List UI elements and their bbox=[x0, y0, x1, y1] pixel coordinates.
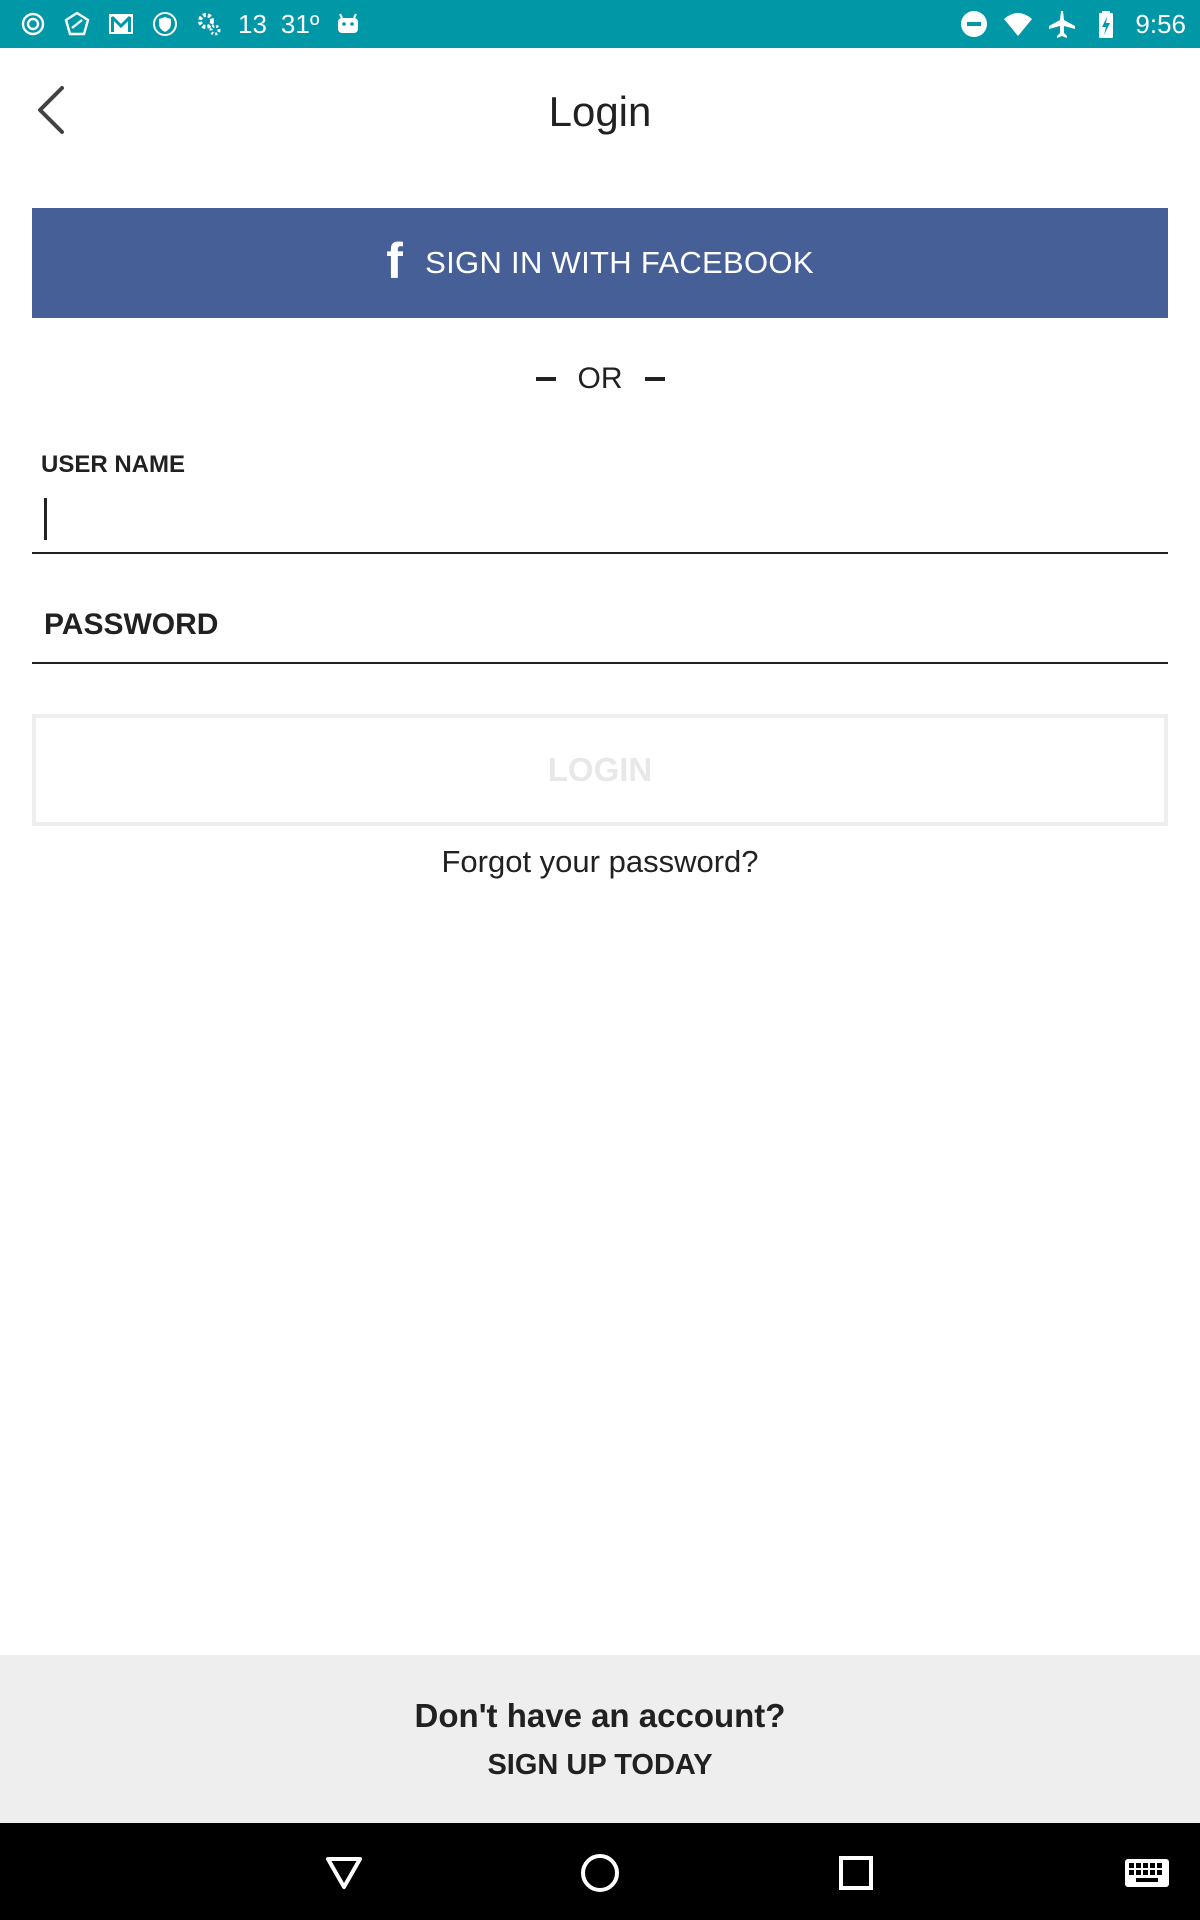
app-icon-2 bbox=[62, 9, 92, 39]
recents-square-icon bbox=[839, 1856, 873, 1890]
or-label: OR bbox=[577, 362, 623, 395]
facebook-icon: f bbox=[386, 233, 404, 289]
back-triangle-icon bbox=[326, 1857, 362, 1889]
gmail-icon bbox=[106, 9, 136, 39]
password-placeholder: PASSWORD bbox=[44, 608, 219, 641]
nav-recents-button[interactable] bbox=[832, 1849, 880, 1897]
signup-link[interactable]: SIGN UP TODAY bbox=[0, 1749, 1200, 1782]
or-divider: OR bbox=[0, 356, 1200, 402]
username-field[interactable]: USER NAME bbox=[32, 448, 1168, 554]
facebook-signin-button[interactable]: f SIGN IN WITH FACEBOOK bbox=[32, 208, 1168, 318]
status-bar: 13 31º 9:56 bbox=[0, 0, 1200, 48]
android-icon bbox=[333, 9, 363, 39]
nav-keyboard-button[interactable] bbox=[1124, 1853, 1170, 1893]
settings-gear-icon bbox=[194, 9, 224, 39]
divider-dash-right bbox=[644, 377, 665, 381]
airplane-mode-icon bbox=[1047, 9, 1077, 39]
home-circle-icon bbox=[581, 1854, 619, 1892]
app-header: Login bbox=[0, 48, 1200, 178]
status-bar-right: 9:56 bbox=[959, 0, 1186, 48]
login-button[interactable]: LOGIN bbox=[32, 714, 1168, 826]
no-account-text: Don't have an account? bbox=[414, 1697, 786, 1734]
keyboard-icon bbox=[1125, 1859, 1169, 1887]
notification-count: 13 bbox=[238, 9, 267, 39]
username-label: USER NAME bbox=[41, 451, 186, 478]
page-title: Login bbox=[548, 88, 652, 135]
wifi-icon bbox=[1003, 9, 1033, 39]
nav-home-button[interactable] bbox=[576, 1849, 624, 1897]
shield-icon bbox=[150, 9, 180, 39]
forgot-password-link[interactable]: Forgot your password? bbox=[0, 844, 1200, 880]
text-caret bbox=[44, 498, 47, 540]
signup-footer: Don't have an account? SIGN UP TODAY bbox=[0, 1655, 1200, 1823]
status-bar-left: 13 31º bbox=[18, 0, 363, 48]
status-time: 9:56 bbox=[1135, 9, 1186, 39]
divider-dash-left bbox=[535, 377, 556, 381]
password-field[interactable]: PASSWORD bbox=[32, 600, 1168, 664]
do-not-disturb-icon bbox=[959, 9, 989, 39]
facebook-signin-label: SIGN IN WITH FACEBOOK bbox=[425, 245, 814, 280]
battery-charging-icon bbox=[1091, 9, 1121, 39]
system-nav-bar bbox=[0, 1823, 1200, 1920]
app-icon-1 bbox=[18, 9, 48, 39]
nav-back-button[interactable] bbox=[320, 1849, 368, 1897]
temperature: 31º bbox=[280, 9, 320, 39]
